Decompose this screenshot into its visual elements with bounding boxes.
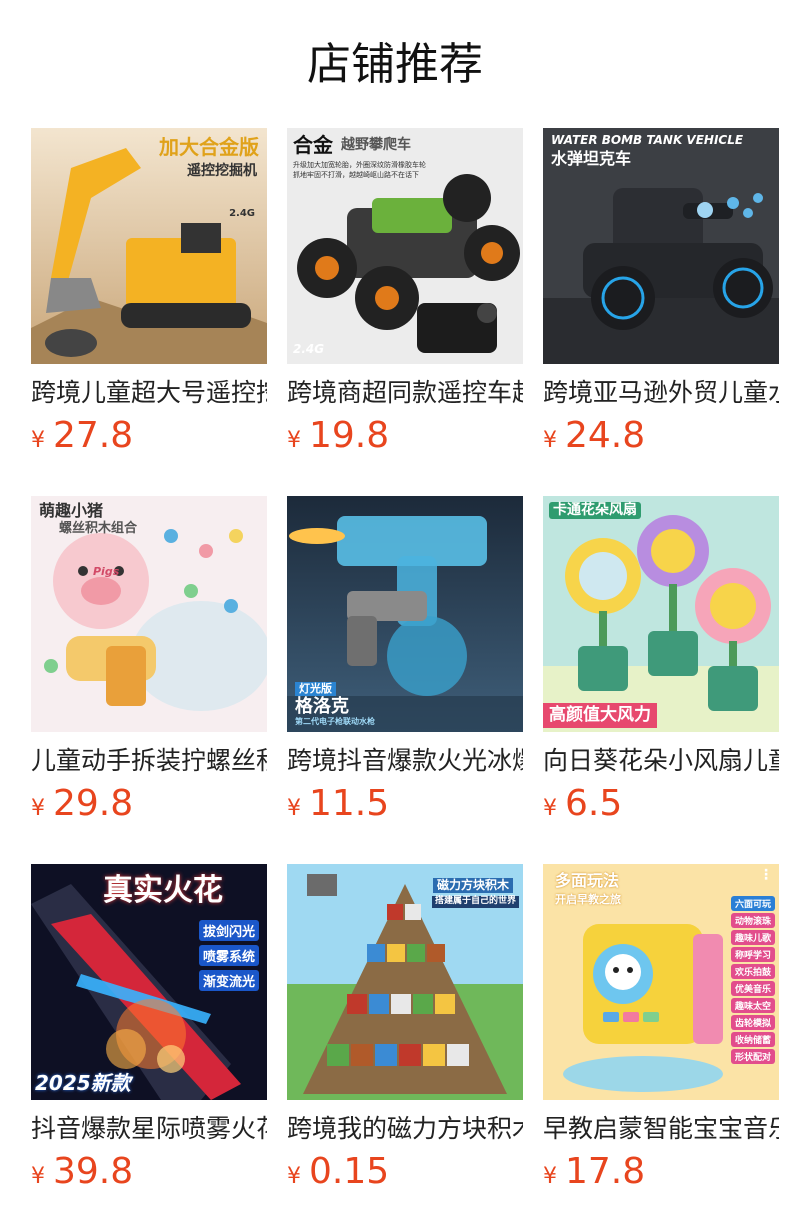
overlay-tag: 趣味儿歌 [730, 930, 775, 945]
product-price: ¥24.8 [543, 414, 779, 464]
currency-symbol: ¥ [31, 796, 45, 821]
overlay-tag: 收纳储蓄 [730, 1032, 775, 1047]
overlay-headline: 加大合金版 [159, 135, 259, 159]
currency-symbol: ¥ [543, 1164, 557, 1189]
overlay-tag: 趣味太空 [730, 998, 775, 1013]
overlay-sub: 高颜值大风力 [543, 703, 657, 728]
product-name[interactable]: 跨境儿童超大号遥控挖掘机 [31, 376, 267, 410]
currency-symbol: ¥ [543, 796, 557, 821]
overlay-sub: 螺丝积木组合 [59, 521, 138, 536]
product-name[interactable]: 早教启蒙智能宝宝音乐六面盒 [543, 1112, 779, 1146]
overlay-sub: 遥控挖掘机 [187, 163, 257, 179]
overlay-tag: 拔剑闪光 [198, 920, 259, 941]
product-card[interactable]: 灯光版 格洛克 第二代电子枪联动水枪 跨境抖音爆款火光冰爆水枪 ¥11.5 [287, 496, 523, 864]
product-price: ¥17.8 [543, 1150, 779, 1200]
page-title: 店铺推荐 [307, 39, 483, 90]
product-price: ¥39.8 [31, 1150, 267, 1200]
product-card[interactable]: 萌趣小猪 螺丝积木组合 Pigs 儿童动手拆装拧螺丝积木组合 ¥29.8 [31, 496, 267, 864]
product-image[interactable]: 萌趣小猪 螺丝积木组合 Pigs [31, 496, 267, 732]
product-name[interactable]: 跨境亚马逊外贸儿童水弹坦克车 [543, 376, 779, 410]
product-card[interactable]: WATER BOMB TANK VEHICLE 水弹坦克车 跨境亚马逊外贸儿童水… [543, 128, 779, 496]
price-amount: 6.5 [565, 783, 623, 824]
product-image[interactable]: WATER BOMB TANK VEHICLE 水弹坦克车 [543, 128, 779, 364]
price-amount: 39.8 [53, 1151, 134, 1192]
price-amount: 11.5 [309, 783, 390, 824]
overlay-headline: 磁力方块积木 [432, 878, 513, 894]
currency-symbol: ¥ [31, 428, 45, 453]
overlay-headline: 真实火花 [103, 873, 223, 908]
price-amount: 17.8 [565, 1151, 646, 1192]
product-name[interactable]: 儿童动手拆装拧螺丝积木组合 [31, 744, 267, 778]
price-amount: 27.8 [53, 415, 134, 456]
price-amount: 19.8 [309, 415, 390, 456]
product-card[interactable]: 合金 越野攀爬车 升级加大加宽轮胎，外圈深纹防滑橡胶车轮 抓地牢固不打滑，越越崎… [287, 128, 523, 496]
overlay-tag: 称呼学习 [730, 947, 775, 962]
product-price: ¥11.5 [287, 782, 523, 832]
product-card[interactable]: 磁力方块积木 搭建属于自己的世界 跨境我的磁力方块积木 ¥0.15 [287, 864, 523, 1232]
product-name[interactable]: 向日葵花朵小风扇儿童桌面 [543, 744, 779, 778]
overlay-tag: 齿轮模拟 [730, 1015, 775, 1030]
currency-symbol: ¥ [287, 1164, 301, 1189]
product-price: ¥19.8 [287, 414, 523, 464]
product-image[interactable]: 合金 越野攀爬车 升级加大加宽轮胎，外圈深纹防滑橡胶车轮 抓地牢固不打滑，越越崎… [287, 128, 523, 364]
overlay-headline-2: 越野攀爬车 [341, 137, 411, 153]
product-grid: 加大合金版 遥控挖掘机 2.4G 跨境儿童超大号遥控挖掘机 ¥27.8 [31, 128, 779, 1232]
product-image[interactable]: 磁力方块积木 搭建属于自己的世界 [287, 864, 523, 1100]
overlay-tag: 喷雾系统 [198, 945, 259, 966]
product-image[interactable]: 真实火花 拔剑闪光 喷雾系统 渐变流光 2025新款 [31, 864, 267, 1100]
currency-symbol: ¥ [287, 428, 301, 453]
product-card[interactable]: 多面玩法 开启早教之旅 六面可玩 动物滚珠 趣味儿歌 称呼学习 欢乐拍鼓 优美音… [543, 864, 779, 1232]
overlay-tag: 灯光版 [295, 682, 336, 697]
overlay-tag: 动物滚珠 [730, 913, 775, 928]
currency-symbol: ¥ [543, 428, 557, 453]
overlay-tag: 2.4G [229, 208, 255, 219]
overlay-sub: 2025新款 [35, 1071, 131, 1095]
overlay-sub: 水弹坦克车 [551, 149, 632, 168]
product-card[interactable]: 加大合金版 遥控挖掘机 2.4G 跨境儿童超大号遥控挖掘机 ¥27.8 [31, 128, 267, 496]
overlay-headline: 多面玩法 [555, 871, 620, 890]
product-price: ¥0.15 [287, 1150, 523, 1200]
product-image[interactable]: 多面玩法 开启早教之旅 六面可玩 动物滚珠 趣味儿歌 称呼学习 欢乐拍鼓 优美音… [543, 864, 779, 1100]
overlay-sub: 第二代电子枪联动水枪 [295, 717, 375, 726]
product-name[interactable]: 抖音爆款星际喷雾火花剑 [31, 1112, 267, 1146]
overlay-tag: Pigs [93, 565, 120, 578]
product-image[interactable]: 卡通花朵风扇 高颜值大风力 [543, 496, 779, 732]
overlay-tag: 2.4G [293, 341, 325, 356]
product-card[interactable]: 真实火花 拔剑闪光 喷雾系统 渐变流光 2025新款 抖音爆款星际喷雾火花剑 ¥… [31, 864, 267, 1232]
overlay-tag: 六面可玩 [730, 896, 775, 911]
product-image[interactable]: 灯光版 格洛克 第二代电子枪联动水枪 [287, 496, 523, 732]
more-icon: ⋮ [759, 867, 773, 883]
product-price: ¥6.5 [543, 782, 779, 832]
overlay-sub: 搭建属于自己的世界 [431, 896, 519, 908]
overlay-tag-list: 六面可玩 动物滚珠 趣味儿歌 称呼学习 欢乐拍鼓 优美音乐 趣味太空 齿轮模拟 … [730, 896, 775, 1064]
overlay-headline: 卡通花朵风扇 [549, 502, 641, 520]
product-name[interactable]: 跨境商超同款遥控车越野攀爬车 [287, 376, 523, 410]
overlay-headline: 合金 [293, 133, 333, 157]
overlay-tag: 优美音乐 [730, 981, 775, 996]
overlay-headline: 格洛克 [295, 696, 349, 717]
currency-symbol: ¥ [31, 1164, 45, 1189]
price-amount: 0.15 [309, 1151, 390, 1192]
product-card[interactable]: 卡通花朵风扇 高颜值大风力 向日葵花朵小风扇儿童桌面 ¥6.5 [543, 496, 779, 864]
overlay-headline: 萌趣小猪 [39, 501, 104, 520]
overlay-sub: 升级加大加宽轮胎，外圈深纹防滑橡胶车轮 [293, 161, 426, 169]
price-amount: 29.8 [53, 783, 134, 824]
currency-symbol: ¥ [287, 796, 301, 821]
overlay-headline: WATER BOMB TANK VEHICLE [551, 133, 744, 147]
overlay-tag: 形状配对 [730, 1049, 775, 1064]
overlay-sub: 开启早教之旅 [555, 893, 621, 906]
overlay-sub-2: 抓地牢固不打滑，越越崎岖山路不在话下 [293, 171, 419, 179]
product-name[interactable]: 跨境我的磁力方块积木 [287, 1112, 523, 1146]
product-image[interactable]: 加大合金版 遥控挖掘机 2.4G [31, 128, 267, 364]
overlay-tag: 欢乐拍鼓 [730, 964, 775, 979]
product-name[interactable]: 跨境抖音爆款火光冰爆水枪 [287, 744, 523, 778]
product-price: ¥29.8 [31, 782, 267, 832]
price-amount: 24.8 [565, 415, 646, 456]
overlay-tag-list: 拔剑闪光 喷雾系统 渐变流光 [198, 920, 259, 991]
product-price: ¥27.8 [31, 414, 267, 464]
overlay-tag: 渐变流光 [198, 970, 259, 991]
